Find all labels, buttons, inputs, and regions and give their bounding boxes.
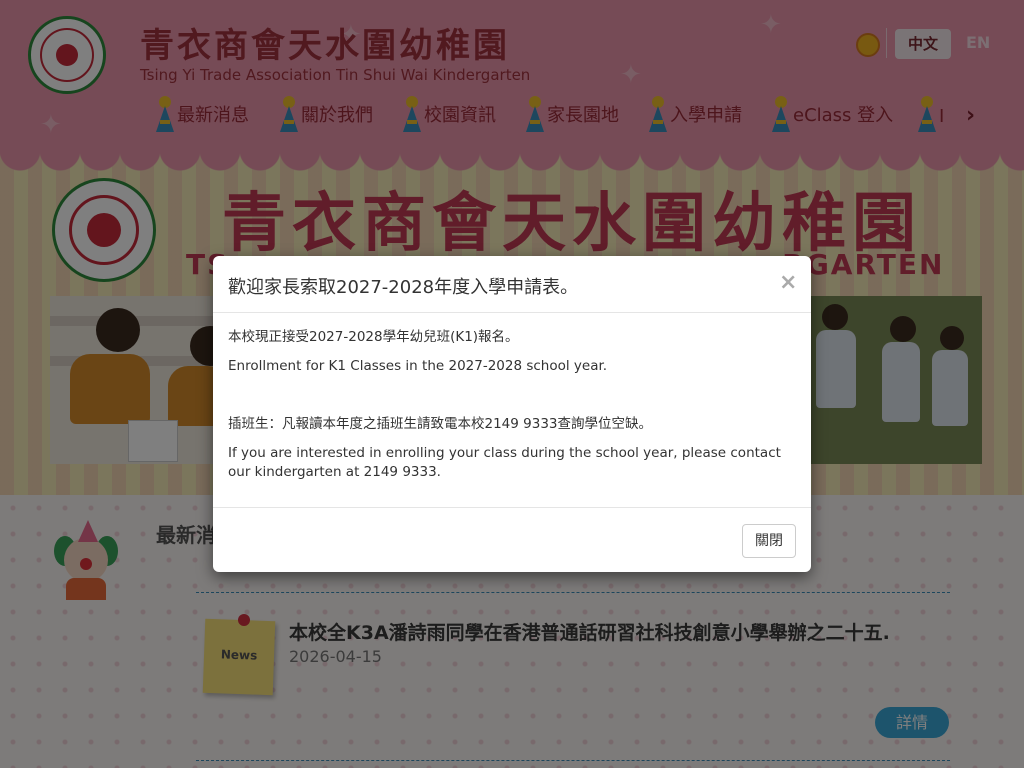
admission-notice-modal: 歡迎家長索取2027-2028年度入學申請表。 × 本校現正接受2027-202… bbox=[213, 256, 811, 572]
modal-header: 歡迎家長索取2027-2028年度入學申請表。 × bbox=[213, 256, 811, 313]
close-button[interactable]: 關閉 bbox=[742, 524, 796, 558]
modal-text-k1-zh: 本校現正接受2027-2028學年幼兒班(K1)報名。 bbox=[228, 329, 519, 345]
modal-text-k1-en: Enrollment for K1 Classes in the 2027-20… bbox=[228, 358, 608, 374]
modal-footer: 關閉 bbox=[213, 507, 811, 572]
modal-text-transfer-en: If you are interested in enrolling your … bbox=[228, 445, 781, 480]
modal-text-transfer-zh: 插班生：凡報讀本年度之插班生請致電本校2149 9333查詢學位空缺。 bbox=[228, 416, 653, 432]
modal-title: 歡迎家長索取2027-2028年度入學申請表。 bbox=[228, 277, 579, 298]
close-icon[interactable]: × bbox=[779, 270, 797, 295]
modal-body: 本校現正接受2027-2028學年幼兒班(K1)報名。 Enrollment f… bbox=[228, 328, 793, 492]
